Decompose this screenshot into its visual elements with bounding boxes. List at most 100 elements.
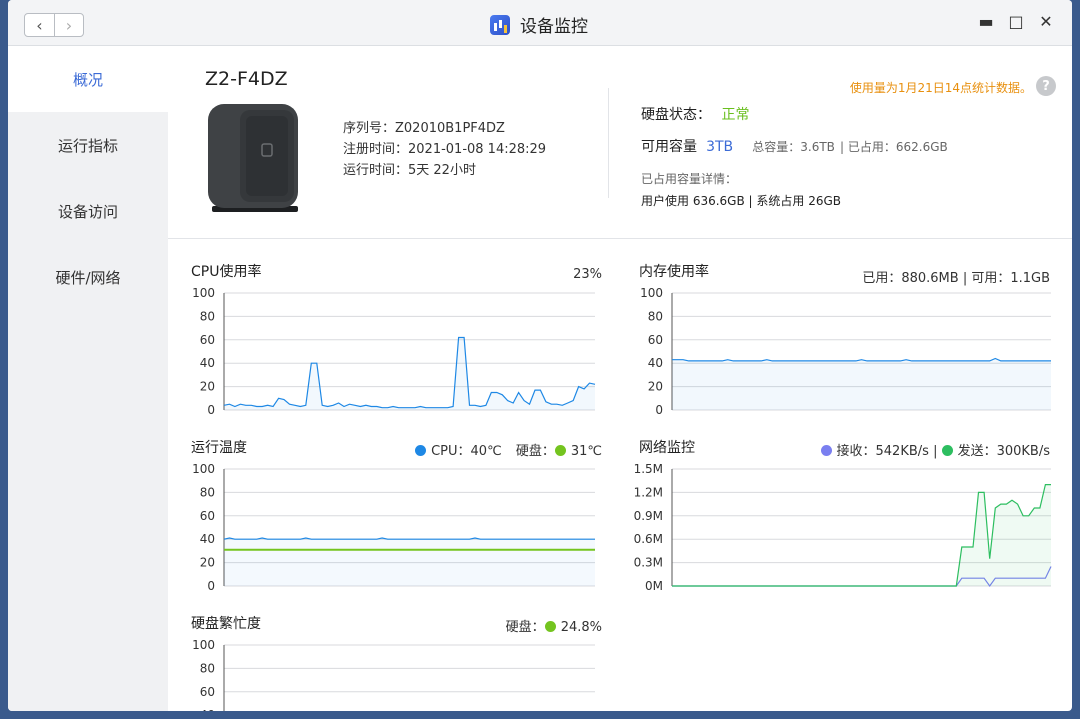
system-usage: 系统占用 26GB [756,194,842,208]
y-tick-label: 40 [648,356,663,370]
memory-used: 已用：880.6MB [862,271,959,286]
serial-number: 序列号：Z02010B1PF4DZ [343,121,505,136]
series-line-CPU [223,537,595,540]
series-area [672,484,1051,586]
main-content: Z2-F4DZ 序列号：Z02010B1PF4DZ 注册时间：2021-01-0… [168,46,1072,711]
device-name: Z2-F4DZ [205,68,288,90]
forward-button[interactable]: › [53,14,83,36]
y-tick-label: 0.9M [634,509,663,523]
watermark: 值 什么值得买 [951,683,1068,709]
minimize-icon[interactable]: ▬ [976,12,996,31]
temperature-chart: 100 80 60 40 20 0 [192,462,595,593]
network-chart: 1.5M 1.2M 0.9M 0.6M 0.3M 0M [634,462,1052,593]
memory-available: 可用：1.1GB [971,271,1050,286]
disk-busy-dot [544,621,556,632]
back-button[interactable]: ‹ [25,14,54,36]
avail-value: 3TB [706,139,734,155]
user-usage: 用户使用 636.6GB [641,194,745,208]
receive-rate: 接收：542KB/s [836,444,929,459]
disk-status-label: 硬盘状态： [641,107,711,123]
cpu-legend-dot [415,445,427,456]
nav-buttons: ‹ › [24,13,84,37]
y-tick-label: 100 [192,462,215,476]
send-rate: 发送：300KB/s [957,444,1050,459]
disk-status: 硬盘状态： 正常 [641,104,749,124]
y-tick-label: 20 [200,380,215,394]
y-tick-label: 40 [200,708,215,711]
watermark-logo: 值 [951,683,977,709]
used-capacity: 已占用：662.6GB [847,140,948,154]
series-area [672,358,1051,410]
avail-label: 可用容量 [641,139,697,155]
y-tick-label: 80 [200,485,215,499]
watermark-text: 什么值得买 [983,688,1068,709]
y-tick-label: 1.5M [634,462,663,476]
y-tick-label: 0.3M [634,556,663,570]
y-tick-label: 0 [207,403,215,417]
cpu-usage-chart: 100 80 60 40 20 0 [192,286,596,417]
y-tick-label: 0M [645,579,663,593]
network-legend: 接收：542KB/s | 发送：300KB/s [820,440,1050,459]
section-divider [168,238,1072,239]
separator: | [933,444,942,459]
sidebar-item-hardware-network[interactable]: 硬件/网络 [8,244,168,310]
y-tick-label: 60 [200,509,215,523]
capacity-row: 可用容量 3TB 总容量：3.6TB | 已占用：662.6GB [641,136,948,156]
temperature-legend: CPU：40℃ 硬盘： 31℃ [415,440,602,459]
y-tick-label: 20 [648,380,663,394]
disk-busy-chart: 100 80 60 40 [192,638,595,711]
memory-usage-chart: 100 80 60 40 20 0 [640,286,1051,417]
window-title-group: 设备监控 [490,12,588,37]
info-divider [608,88,609,198]
y-tick-label: 60 [648,333,663,347]
y-tick-label: 20 [200,556,215,570]
sidebar-item-overview[interactable]: 概况 [8,46,168,112]
y-tick-label: 80 [200,309,215,323]
cpu-usage-value: 23% [573,267,602,282]
disk-temp-label: 硬盘： [515,444,555,459]
usage-detail: 用户使用 636.6GB | 系统占用 26GB [641,192,841,209]
y-tick-label: 1.2M [634,485,663,499]
cpu-chart-title: CPU使用率 [191,264,262,280]
disk-busy-legend: 硬盘： 24.8% [506,616,602,635]
disk-busy-chart-title: 硬盘繁忙度 [191,616,261,632]
stats-notice: 使用量为1月21日14点统计数据。 [849,81,1032,95]
memory-usage-info: 已用：880.6MB | 可用：1.1GB [862,267,1050,286]
register-time: 注册时间：2021-01-08 14:28:29 [343,142,547,157]
sidebar-item-metrics[interactable]: 运行指标 [8,112,168,178]
title-bar: ‹ › 设备监控 ▬ □ ✕ [8,0,1072,46]
y-tick-label: 40 [200,532,215,546]
y-tick-label: 60 [200,685,215,699]
y-tick-label: 0.6M [634,532,663,546]
cpu-temp: CPU：40℃ [431,444,502,459]
y-tick-label: 100 [192,286,215,300]
monitor-app-icon [490,14,510,35]
y-tick-label: 40 [200,356,215,370]
y-tick-label: 80 [648,309,663,323]
help-icon[interactable]: ? [1036,76,1056,96]
detail-title: 已占用容量详情： [641,172,738,186]
disk-status-value: 正常 [721,107,750,123]
network-chart-title: 网络监控 [639,440,695,456]
temperature-chart-title: 运行温度 [191,440,247,456]
close-icon[interactable]: ✕ [1036,12,1056,31]
uptime: 运行时间：5天 22小时 [343,163,476,178]
y-tick-label: 0 [207,579,215,593]
y-tick-label: 100 [640,286,663,300]
maximize-icon[interactable]: □ [1006,12,1026,31]
separator: | [840,140,848,154]
total-capacity: 总容量：3.6TB [752,140,835,154]
sidebar: 概况 运行指标 设备访问 硬件/网络 [8,46,168,711]
sidebar-item-access[interactable]: 设备访问 [8,178,168,244]
memory-chart-title: 内存使用率 [639,264,709,280]
disk-legend-dot [554,445,566,456]
disk-busy-label: 硬盘： [505,620,545,635]
disk-temp: 31℃ [570,444,602,459]
y-tick-label: 100 [192,638,215,652]
y-tick-label: 60 [200,333,215,347]
window-title: 设备监控 [520,17,588,37]
y-tick-label: 0 [655,403,663,417]
device-image [208,104,298,212]
receive-legend-dot [820,445,832,456]
disk-busy-value: 24.8% [560,620,602,635]
